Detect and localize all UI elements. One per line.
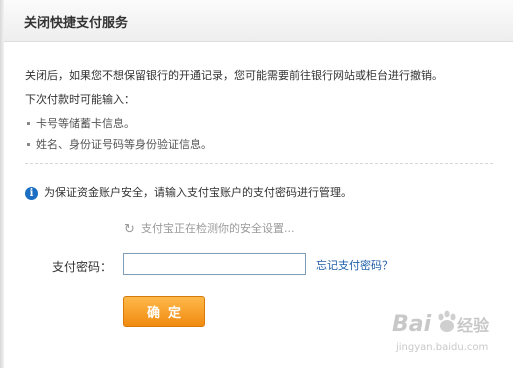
close-quick-pay-dialog: 关闭快捷支付服务 关闭后，如果您不想保留银行的开通记录，您可能需要前往银行网站或… <box>0 0 513 368</box>
dialog-title: 关闭快捷支付服务 <box>24 16 129 31</box>
next-time-label: 下次付款时可能输入： <box>25 93 135 106</box>
notice-text: 关闭后，如果您不想保留银行的开通记录，您可能需要前往银行网站或柜台进行撤销。 <box>25 69 443 82</box>
security-info-text: 为保证资金账户安全，请输入支付宝账户的支付密码进行管理。 <box>44 186 352 199</box>
list-item-text: 姓名、身份证号码等身份验证信息。 <box>36 138 212 151</box>
forgot-password-link[interactable]: 忘记支付密码？ <box>316 257 393 273</box>
baidu-jingyan-watermark: Bai 经验 jingyan.baidu.com <box>392 306 504 360</box>
dashed-divider <box>25 163 493 164</box>
confirm-button[interactable]: 确定 <box>123 296 205 327</box>
dialog-header: 关闭快捷支付服务 <box>4 0 513 42</box>
watermark-url: jingyan.baidu.com <box>396 342 489 353</box>
dialog-left-edge <box>0 0 4 368</box>
info-icon: i <box>25 186 38 200</box>
security-info: i 为保证资金账户安全，请输入支付宝账户的支付密码进行管理。 <box>25 184 352 200</box>
list-item: 卡号等储蓄卡信息。 <box>27 115 135 131</box>
bullet-icon <box>27 121 30 125</box>
watermark-brand: Bai 经验 <box>392 312 490 337</box>
password-label: 支付密码： <box>52 260 113 274</box>
refresh-icon: ↻ <box>124 221 135 237</box>
payment-password-input[interactable] <box>123 253 306 275</box>
security-check-text: 支付宝正在检测你的安全设置... <box>141 222 295 235</box>
security-check-status: ↻ 支付宝正在检测你的安全设置... <box>124 220 295 237</box>
bullet-icon <box>27 142 30 146</box>
list-item: 姓名、身份证号码等身份验证信息。 <box>27 136 212 152</box>
list-item-text: 卡号等储蓄卡信息。 <box>36 117 135 130</box>
